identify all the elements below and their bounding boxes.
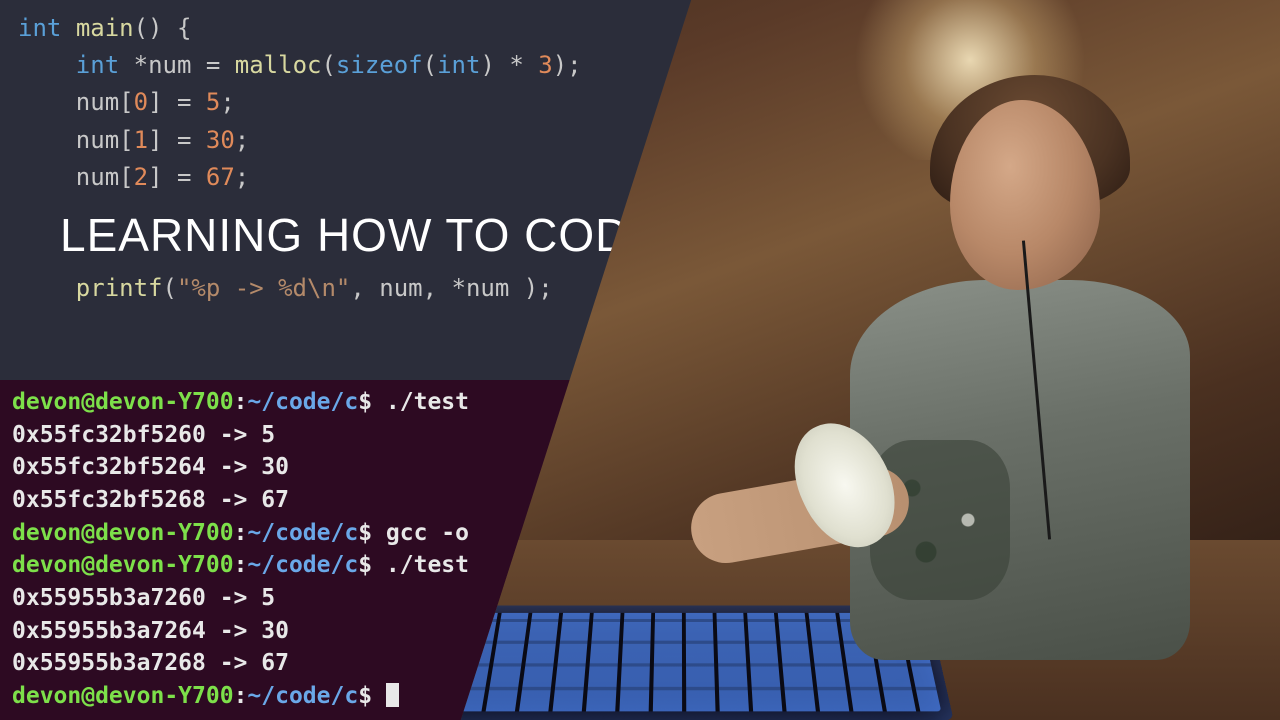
terminal-cursor xyxy=(386,683,399,707)
thumbnail-title: LEARNING HOW TO CODE xyxy=(60,208,661,262)
person xyxy=(770,60,1190,660)
